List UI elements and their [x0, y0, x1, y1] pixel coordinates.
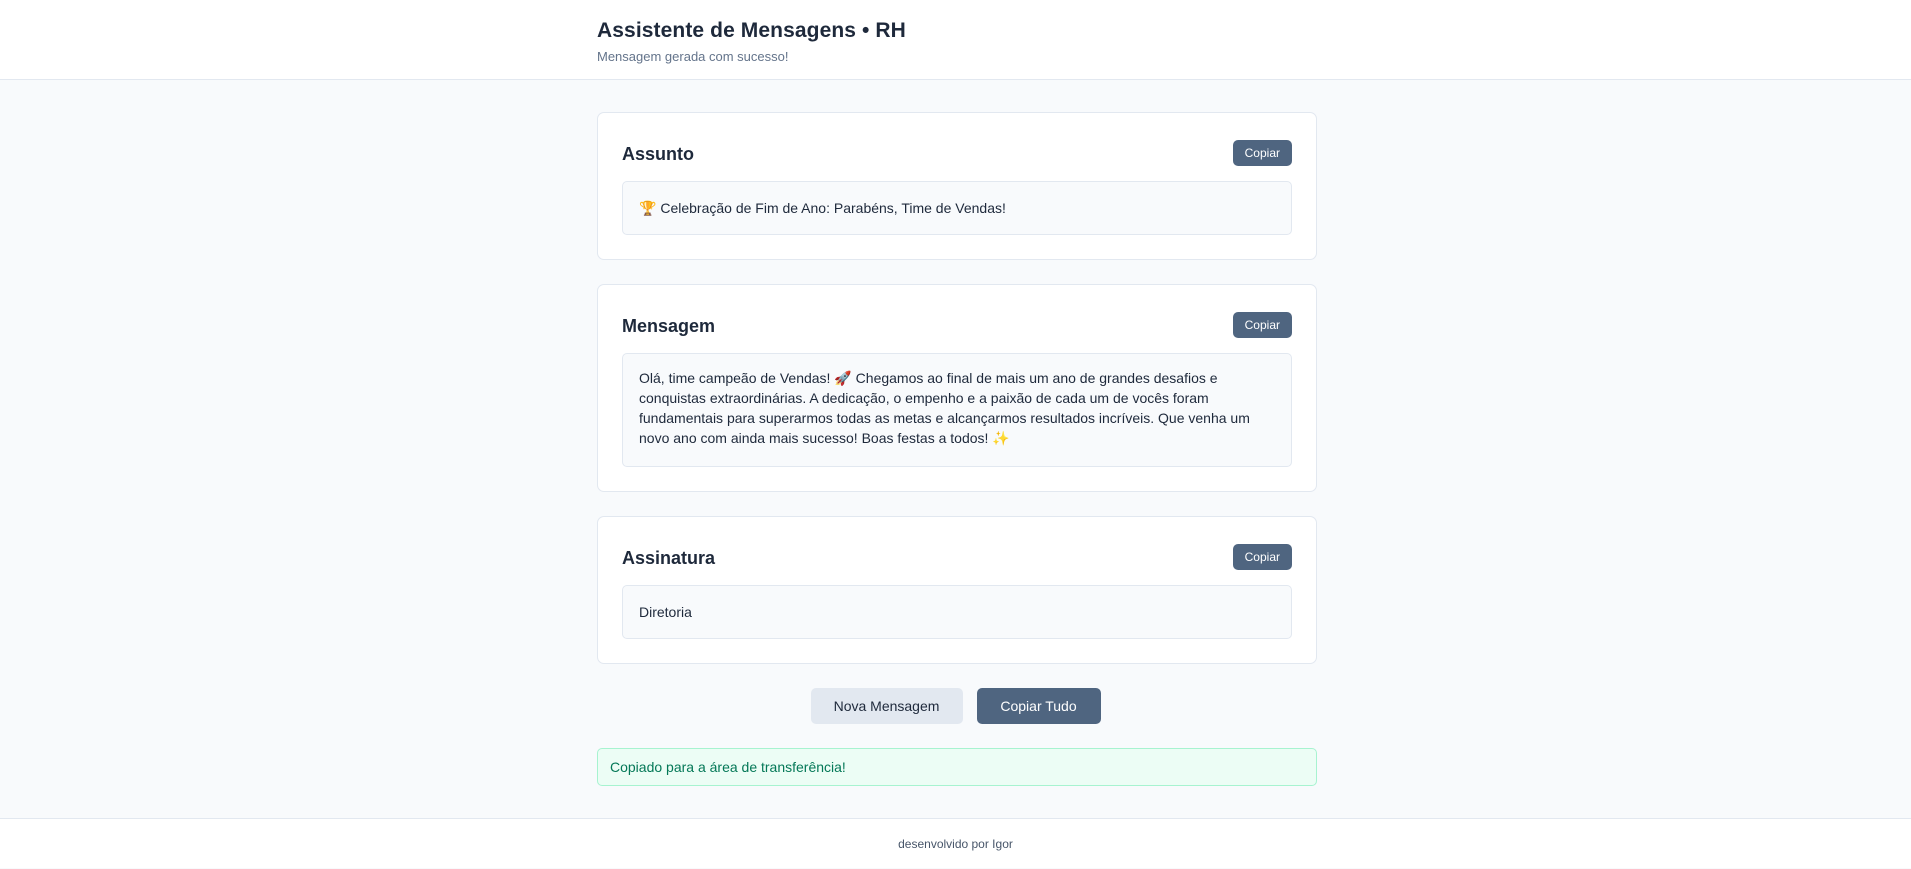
sparkles-icon: ✨ — [992, 430, 1010, 446]
copied-toast: Copiado para a área de transferência! — [597, 748, 1317, 786]
copy-all-button[interactable]: Copiar Tudo — [976, 688, 1101, 724]
message-card: Mensagem Copiar Olá, time campeão de Ven… — [597, 284, 1317, 492]
footer-credit: desenvolvido por Igor — [898, 837, 1013, 851]
message-text-start: Olá, time campeão de Vendas! — [639, 370, 831, 386]
footer: desenvolvido por Igor — [0, 818, 1911, 868]
header-content: Assistente de Mensagens • RH Mensagem ge… — [597, 17, 906, 66]
signature-title: Assinatura — [622, 548, 716, 568]
copy-subject-button[interactable]: Copiar — [1232, 140, 1292, 166]
subject-text: Celebração de Fim de Ano: Parabéns, Time… — [660, 200, 1006, 216]
new-message-button[interactable]: Nova Mensagem — [810, 688, 963, 724]
copy-message-button[interactable]: Copiar — [1232, 312, 1292, 338]
message-content[interactable]: Olá, time campeão de Vendas! 🚀 Chegamos … — [622, 353, 1292, 467]
subject-title: Assunto — [622, 144, 694, 164]
message-title: Mensagem — [622, 316, 716, 336]
trophy-icon: 🏆 — [639, 200, 657, 216]
app-header: Assistente de Mensagens • RH Mensagem ge… — [0, 0, 1911, 80]
signature-text: Diretoria — [639, 604, 692, 620]
signature-card: Assinatura Copiar Diretoria — [597, 516, 1317, 664]
app-subtitle: Mensagem gerada com sucesso! — [597, 49, 789, 64]
copy-signature-button[interactable]: Copiar — [1232, 544, 1292, 570]
subject-card: Assunto Copiar 🏆 Celebração de Fim de An… — [597, 112, 1317, 260]
rocket-icon: 🚀 — [834, 370, 852, 386]
signature-content[interactable]: Diretoria — [622, 585, 1292, 639]
subject-content[interactable]: 🏆 Celebração de Fim de Ano: Parabéns, Ti… — [622, 181, 1292, 235]
actions-bar: Nova Mensagem Copiar Tudo — [0, 688, 1911, 724]
app-title: Assistente de Mensagens • RH — [597, 19, 906, 42]
